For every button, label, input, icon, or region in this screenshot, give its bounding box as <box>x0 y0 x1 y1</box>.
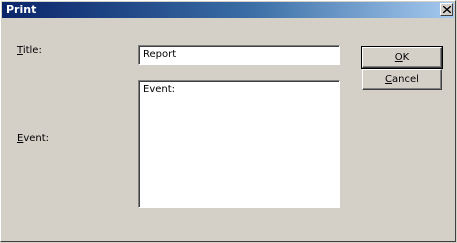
print-dialog: Print Title: Report Event: Event: OK Can… <box>0 0 456 242</box>
cancel-button[interactable]: Cancel <box>362 69 442 90</box>
cancel-button-label: ancel <box>392 74 419 85</box>
cancel-button-mnemonic: C <box>385 74 393 85</box>
title-label: Title: <box>17 45 42 57</box>
event-label-text: vent: <box>23 133 50 144</box>
event-textarea[interactable]: Event: <box>138 80 340 208</box>
title-label-text: itle: <box>22 45 42 56</box>
ok-button-mnemonic: O <box>394 52 403 63</box>
close-icon <box>443 6 451 13</box>
window-title: Print <box>6 3 37 16</box>
close-button[interactable] <box>440 3 453 16</box>
title-input[interactable]: Report <box>138 45 340 65</box>
event-label: Event: <box>17 133 49 145</box>
ok-button[interactable]: OK <box>361 46 443 69</box>
ok-button-label: K <box>402 52 410 63</box>
title-bar[interactable]: Print <box>2 2 454 18</box>
